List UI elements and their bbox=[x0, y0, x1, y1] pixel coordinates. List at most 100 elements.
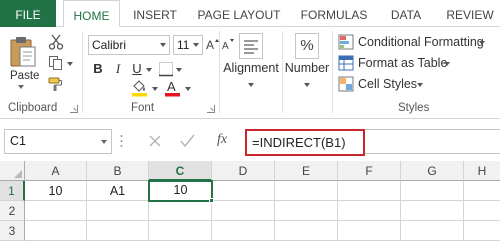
formula-bar: C1 fx =INDIRECT(B1) bbox=[0, 127, 500, 157]
font-color-icon[interactable]: A bbox=[164, 79, 180, 97]
cell-c2[interactable] bbox=[149, 201, 212, 221]
styles-group-label: Styles bbox=[398, 102, 430, 114]
alignment-dropdown-icon bbox=[248, 83, 254, 87]
cell-g1[interactable] bbox=[401, 181, 464, 201]
cut-icon[interactable] bbox=[48, 34, 64, 50]
cell-d2[interactable] bbox=[212, 201, 275, 221]
font-name-combo[interactable]: Calibri bbox=[88, 35, 170, 55]
clipboard-group-label: Clipboard bbox=[8, 102, 58, 114]
cell-c3[interactable] bbox=[149, 221, 212, 241]
fill-color-dropdown-icon[interactable] bbox=[152, 87, 158, 91]
column-header-d[interactable]: D bbox=[212, 161, 275, 181]
cell-b1[interactable]: A1 bbox=[87, 181, 149, 201]
cell-f1[interactable] bbox=[338, 181, 401, 201]
chevron-down-icon[interactable] bbox=[101, 140, 107, 144]
font-name-value: Calibri bbox=[92, 38, 127, 52]
column-header-e[interactable]: E bbox=[275, 161, 338, 181]
tab-data[interactable]: DATA bbox=[381, 0, 431, 27]
cell-b2[interactable] bbox=[87, 201, 149, 221]
copy-icon[interactable] bbox=[48, 55, 64, 71]
cell-c1[interactable]: 10 bbox=[148, 180, 213, 202]
cell-f2[interactable] bbox=[338, 201, 401, 221]
cell-styles-button[interactable]: Cell Styles bbox=[338, 74, 428, 94]
worksheet-grid: A B C D E F G H 1 2 3 10 A1 10 bbox=[0, 161, 500, 243]
paste-dropdown-icon[interactable] bbox=[18, 85, 24, 89]
resize-handle-icon[interactable] bbox=[120, 134, 123, 148]
conditional-formatting-button[interactable]: Conditional Formatting bbox=[338, 32, 500, 52]
number-button[interactable]: % Number bbox=[283, 33, 331, 87]
cell-h2[interactable] bbox=[464, 201, 500, 221]
cell-g2[interactable] bbox=[401, 201, 464, 221]
cancel-icon[interactable] bbox=[149, 135, 161, 147]
font-group-label: Font bbox=[131, 102, 155, 114]
svg-text:A: A bbox=[206, 38, 214, 51]
chevron-down-icon bbox=[479, 41, 485, 45]
font-color-glyph: A bbox=[167, 79, 176, 94]
column-header-h[interactable]: H bbox=[464, 161, 500, 181]
number-format-icon: % bbox=[295, 33, 319, 59]
column-header-c[interactable]: C bbox=[149, 161, 212, 181]
formula-input-extension[interactable] bbox=[365, 129, 500, 154]
tab-page-layout[interactable]: PAGE LAYOUT bbox=[192, 0, 286, 27]
tab-review[interactable]: REVIEW bbox=[440, 0, 500, 27]
cell-e2[interactable] bbox=[275, 201, 338, 221]
paste-button[interactable]: Paste bbox=[10, 70, 39, 82]
cell-d3[interactable] bbox=[212, 221, 275, 241]
ribbon-tab-bar: FILE HOME INSERT PAGE LAYOUT FORMULAS DA… bbox=[0, 0, 500, 28]
cell-a1[interactable]: 10 bbox=[25, 181, 87, 201]
select-all-button[interactable] bbox=[0, 161, 25, 181]
alignment-button[interactable]: Alignment bbox=[220, 33, 282, 87]
cell-b3[interactable] bbox=[87, 221, 149, 241]
row-header-3[interactable]: 3 bbox=[0, 221, 25, 241]
bold-button[interactable]: B bbox=[90, 60, 106, 78]
fill-color-icon[interactable] bbox=[131, 79, 147, 97]
tab-home[interactable]: HOME bbox=[63, 0, 120, 28]
copy-dropdown-icon[interactable] bbox=[67, 62, 73, 66]
format-as-table-button[interactable]: Format as Table bbox=[338, 53, 458, 73]
formula-input[interactable]: =INDIRECT(B1) bbox=[245, 129, 365, 156]
cell-a2[interactable] bbox=[25, 201, 87, 221]
column-header-b[interactable]: B bbox=[87, 161, 149, 181]
row-header-2[interactable]: 2 bbox=[0, 201, 25, 221]
chevron-down-icon[interactable] bbox=[158, 36, 169, 54]
underline-dropdown-icon[interactable] bbox=[146, 68, 152, 72]
format-painter-icon[interactable] bbox=[48, 76, 64, 92]
font-color-dropdown-icon[interactable] bbox=[185, 87, 191, 91]
cell-a3[interactable] bbox=[25, 221, 87, 241]
tab-insert[interactable]: INSERT bbox=[126, 0, 184, 27]
enter-check-icon[interactable] bbox=[180, 134, 195, 148]
font-size-combo[interactable]: 11 bbox=[173, 35, 203, 55]
group-divider bbox=[332, 31, 333, 113]
chevron-down-icon bbox=[444, 62, 450, 66]
cell-f3[interactable] bbox=[338, 221, 401, 241]
number-dropdown-icon bbox=[304, 83, 310, 87]
cell-styles-label: Cell Styles bbox=[358, 77, 418, 91]
cell-h1[interactable] bbox=[464, 181, 500, 201]
row-header-1[interactable]: 1 bbox=[0, 181, 25, 201]
underline-button[interactable]: U bbox=[129, 60, 145, 78]
cell-d1[interactable] bbox=[212, 181, 275, 201]
tab-formulas[interactable]: FORMULAS bbox=[296, 0, 372, 27]
tab-file[interactable]: FILE bbox=[0, 0, 56, 28]
cell-e3[interactable] bbox=[275, 221, 338, 241]
italic-button[interactable]: I bbox=[110, 60, 126, 78]
font-launcher-icon[interactable] bbox=[207, 105, 215, 113]
alignment-label: Alignment bbox=[223, 61, 279, 75]
clipboard-icon[interactable] bbox=[8, 35, 38, 71]
column-header-a[interactable]: A bbox=[25, 161, 87, 181]
fill-handle[interactable] bbox=[209, 198, 214, 203]
name-box-value: C1 bbox=[10, 134, 26, 148]
chevron-down-icon[interactable] bbox=[191, 36, 202, 54]
cell-e1[interactable] bbox=[275, 181, 338, 201]
borders-dropdown-icon[interactable] bbox=[176, 68, 182, 72]
name-box[interactable]: C1 bbox=[4, 129, 112, 154]
borders-icon[interactable] bbox=[158, 61, 174, 77]
cell-h3[interactable] bbox=[464, 221, 500, 241]
alignment-icon bbox=[239, 33, 263, 59]
clipboard-launcher-icon[interactable] bbox=[70, 105, 78, 113]
cell-g3[interactable] bbox=[401, 221, 464, 241]
insert-function-icon[interactable]: fx bbox=[217, 132, 227, 148]
column-header-f[interactable]: F bbox=[338, 161, 401, 181]
column-header-g[interactable]: G bbox=[401, 161, 464, 181]
format-as-table-label: Format as Table bbox=[358, 56, 448, 70]
